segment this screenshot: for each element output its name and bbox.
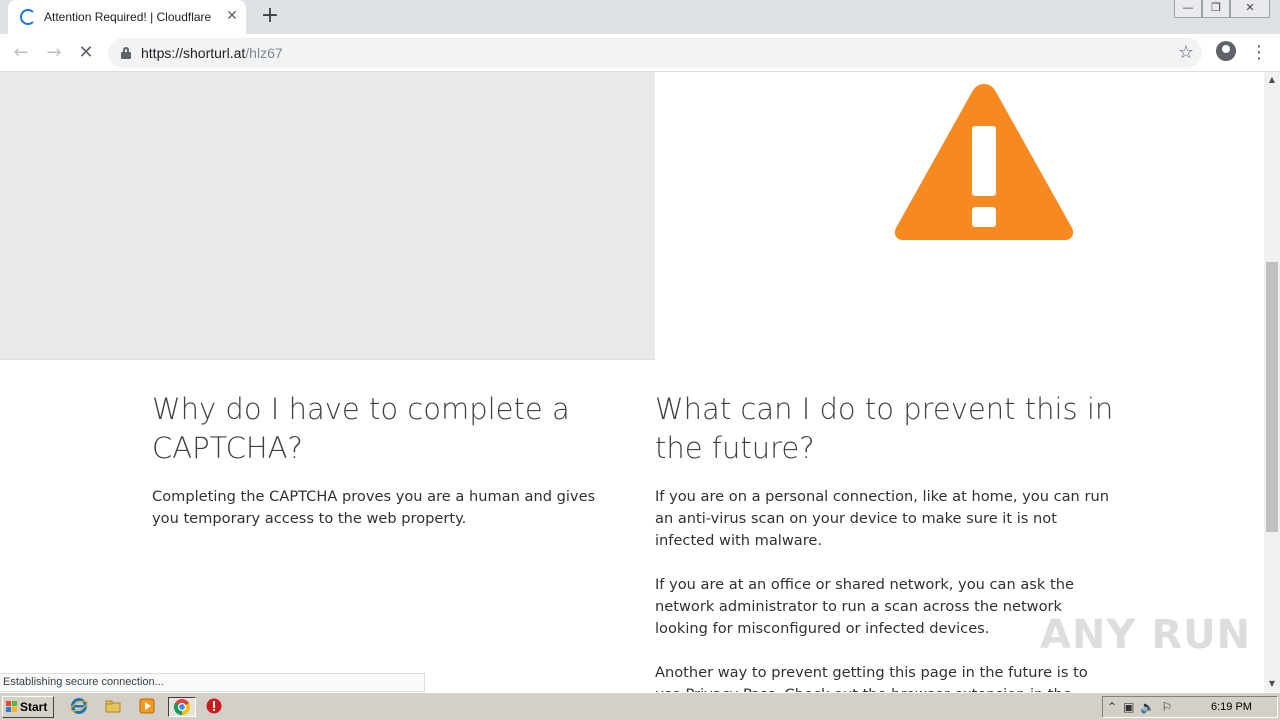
tab-title: Attention Required! | Cloudflare [44, 10, 212, 24]
browser-window: Attention Required! | Cloudflare ✕ + — ❐… [0, 0, 1280, 720]
network-icon[interactable]: ▣ [1123, 700, 1140, 714]
why-captcha-heading: Why do I have to complete a CAPTCHA? [152, 392, 570, 465]
scroll-down-arrow-icon[interactable]: ▼ [1264, 676, 1280, 692]
loading-spinner-icon [20, 9, 36, 25]
profile-avatar-icon[interactable] [1216, 41, 1236, 61]
volume-icon[interactable]: 🔈 [1140, 700, 1161, 714]
status-bubble: Establishing secure connection... [0, 673, 425, 692]
scroll-up-arrow-icon[interactable]: ▲ [1264, 72, 1280, 88]
browser-toolbar: ← → ✕ https://shorturl.at/hlz67 ☆ ⋮ [0, 34, 1280, 72]
bookmark-star-icon[interactable]: ☆ [1178, 42, 1194, 63]
security-stop-icon[interactable] [203, 697, 225, 717]
media-player-icon[interactable] [136, 697, 158, 717]
address-bar[interactable]: https://shorturl.at/hlz67 ☆ [108, 38, 1202, 68]
windows-taskbar: Start ⌃▣🔈⚐ 6:19 PM [0, 692, 1280, 720]
prevent-heading: What can I do to prevent this in the fut… [655, 392, 1114, 465]
warning-triangle-icon [894, 84, 1074, 240]
tab-strip: Attention Required! | Cloudflare ✕ + — ❐… [0, 0, 1280, 34]
prevent-text-personal: If you are on a personal connection, lik… [655, 488, 1109, 549]
browser-menu-icon[interactable]: ⋮ [1250, 40, 1268, 66]
url-host: https://shorturl.at [141, 45, 246, 61]
window-close-button[interactable]: ✕ [1230, 0, 1270, 18]
stop-button[interactable]: ✕ [73, 40, 99, 66]
file-explorer-icon[interactable] [102, 697, 124, 717]
tab-active[interactable]: Attention Required! | Cloudflare ✕ [8, 0, 246, 34]
url-path: /hlz67 [245, 45, 283, 61]
taskbar-clock[interactable]: 6:19 PM [1211, 701, 1252, 713]
address-url[interactable]: https://shorturl.at/hlz67 [141, 45, 283, 61]
back-button[interactable]: ← [8, 40, 34, 66]
minimize-button[interactable]: — [1174, 0, 1202, 18]
anyrun-watermark: ANY RUN [1040, 612, 1252, 658]
window-controls: — ❐ ✕ [1174, 0, 1270, 18]
captcha-panel-placeholder [0, 72, 655, 360]
lock-icon[interactable] [121, 47, 131, 59]
windows-logo-icon [6, 701, 18, 713]
flag-icon[interactable]: ⚐ [1161, 700, 1178, 714]
scrollbar-thumb[interactable] [1266, 262, 1278, 532]
tray-icons[interactable]: ⌃▣🔈⚐ [1107, 700, 1178, 714]
why-captcha-section: Why do I have to complete a CAPTCHA? Com… [152, 390, 612, 552]
chrome-taskbar-icon[interactable] [168, 697, 196, 717]
prevent-text-privacy-pass: Another way to prevent getting this page… [655, 664, 1088, 692]
forward-button[interactable]: → [41, 40, 67, 66]
internet-explorer-icon[interactable] [68, 697, 90, 717]
new-tab-button[interactable]: + [258, 5, 282, 29]
page-viewport: Why do I have to complete a CAPTCHA? Com… [0, 72, 1264, 692]
up-arrow-icon[interactable]: ⌃ [1107, 700, 1123, 714]
why-captcha-text: Completing the CAPTCHA proves you are a … [152, 488, 596, 527]
start-label: Start [20, 700, 48, 714]
tab-close-icon[interactable]: ✕ [224, 8, 240, 24]
system-tray: ⌃▣🔈⚐ 6:19 PM [1102, 696, 1278, 718]
start-button[interactable]: Start [2, 696, 54, 718]
restore-button[interactable]: ❐ [1202, 0, 1230, 18]
page-scrollbar[interactable]: ▲ ▼ [1264, 72, 1280, 692]
